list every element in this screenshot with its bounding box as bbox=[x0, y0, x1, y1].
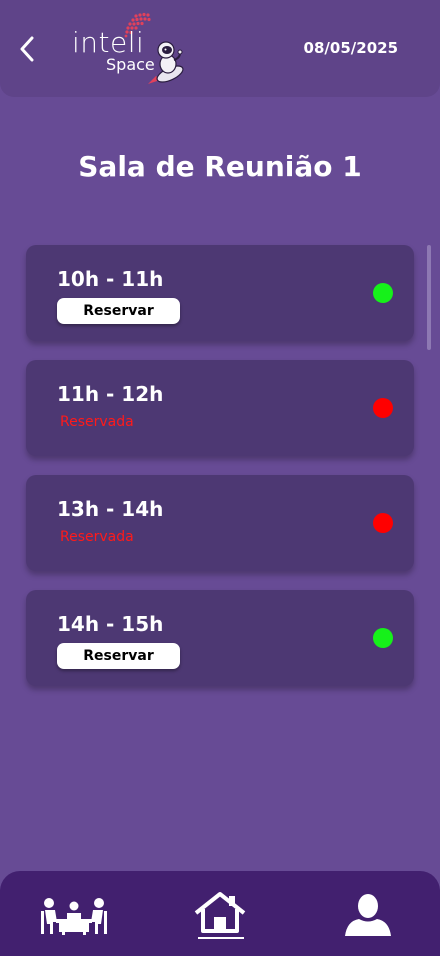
slot-time: 10h - 11h bbox=[57, 267, 164, 291]
nav-home[interactable] bbox=[193, 891, 247, 939]
status-available-dot bbox=[373, 628, 393, 648]
back-button[interactable] bbox=[14, 34, 40, 64]
active-nav-indicator bbox=[198, 937, 244, 939]
nav-meeting-rooms[interactable] bbox=[40, 897, 108, 939]
user-profile-icon bbox=[345, 894, 391, 936]
slot-time: 13h - 14h bbox=[57, 497, 164, 521]
page-title: Sala de Reunião 1 bbox=[78, 150, 362, 183]
home-icon bbox=[194, 892, 246, 933]
slot-time: 11h - 12h bbox=[57, 382, 164, 406]
chevron-left-icon bbox=[20, 36, 34, 62]
reserve-button[interactable]: Reservar bbox=[57, 298, 180, 324]
status-reserved-dot bbox=[373, 398, 393, 418]
status-available-dot bbox=[373, 283, 393, 303]
time-slot-list: 10h - 11h Reservar 11h - 12h Reservada 1… bbox=[26, 245, 414, 705]
slot-time: 14h - 15h bbox=[57, 612, 164, 636]
time-slot-card: 10h - 11h Reservar bbox=[26, 245, 414, 341]
inteli-space-logo: inteli Space bbox=[70, 12, 195, 88]
app-header: inteli Space 08/05/2025 bbox=[0, 0, 440, 97]
time-slot-card: 11h - 12h Reservada bbox=[26, 360, 414, 456]
nav-profile[interactable] bbox=[343, 893, 393, 941]
astronaut-rocket-icon bbox=[148, 41, 184, 84]
time-slot-card: 13h - 14h Reservada bbox=[26, 475, 414, 571]
status-reserved-dot bbox=[373, 513, 393, 533]
time-slot-card: 14h - 15h Reservar bbox=[26, 590, 414, 686]
meeting-room-icon bbox=[41, 898, 107, 935]
current-date: 08/05/2025 bbox=[303, 39, 398, 57]
reserved-status-label: Reservada bbox=[60, 414, 134, 430]
bottom-navigation bbox=[0, 871, 440, 956]
reserve-button[interactable]: Reservar bbox=[57, 643, 180, 669]
reserved-status-label: Reservada bbox=[60, 529, 134, 545]
scrollbar[interactable] bbox=[427, 245, 431, 350]
room-schedule-screen: inteli Space 08/05/2025 Sala de Reunião … bbox=[0, 0, 440, 956]
